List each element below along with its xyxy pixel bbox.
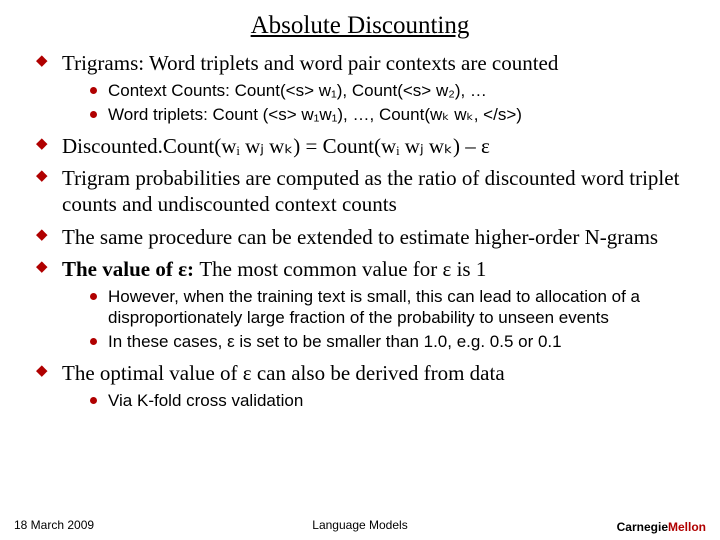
- sub-kfold: Via K-fold cross validation: [90, 390, 684, 411]
- sub-text: Via K-fold cross validation: [108, 391, 303, 410]
- sub-smaller: In these cases, ε is set to be smaller t…: [90, 331, 684, 352]
- bullet-value-epsilon: The value of ε: The most common value fo…: [36, 256, 684, 352]
- sub-text: However, when the training text is small…: [108, 287, 640, 327]
- sub-text: Context Counts: Count(<s> w₁), Count(<s>…: [108, 81, 487, 100]
- sub-list: However, when the training text is small…: [62, 286, 684, 352]
- bullet-prefix: The value of ε:: [62, 257, 194, 281]
- bullet-text: Trigrams: Word triplets and word pair co…: [62, 51, 558, 75]
- footer-center: Language Models: [14, 518, 706, 532]
- bullet-text: The optimal value of ε can also be deriv…: [62, 361, 505, 385]
- sub-context-counts: Context Counts: Count(<s> w₁), Count(<s>…: [90, 80, 684, 101]
- sub-list: Via K-fold cross validation: [62, 390, 684, 411]
- sub-list: Context Counts: Count(<s> w₁), Count(<s>…: [62, 80, 684, 125]
- bullet-text: Discounted.Count(wᵢ wⱼ wₖ) = Count(wᵢ wⱼ…: [62, 134, 490, 158]
- bullet-text: The same procedure can be extended to es…: [62, 225, 658, 249]
- logo-part1: Carnegie: [617, 520, 668, 534]
- sub-however: However, when the training text is small…: [90, 286, 684, 329]
- bullet-trigrams: Trigrams: Word triplets and word pair co…: [36, 50, 684, 125]
- bullet-trigram-prob: Trigram probabilities are computed as th…: [36, 165, 684, 218]
- logo-part2: Mellon: [668, 520, 706, 534]
- sub-text: Word triplets: Count (<s> w₁w₁), …, Coun…: [108, 105, 522, 124]
- sub-text: In these cases, ε is set to be smaller t…: [108, 332, 562, 351]
- bullet-list: Trigrams: Word triplets and word pair co…: [36, 50, 684, 411]
- sub-word-triplets: Word triplets: Count (<s> w₁w₁), …, Coun…: [90, 104, 684, 125]
- bullet-rest: The most common value for ε is 1: [194, 257, 486, 281]
- slide-title: Absolute Discounting: [36, 12, 684, 40]
- bullet-optimal-epsilon: The optimal value of ε can also be deriv…: [36, 360, 684, 412]
- footer-logo: CarnegieMellon: [617, 520, 706, 534]
- footer: 18 March 2009 Language Models: [14, 518, 706, 532]
- bullet-discounted-count: Discounted.Count(wᵢ wⱼ wₖ) = Count(wᵢ wⱼ…: [36, 133, 684, 159]
- bullet-higher-order: The same procedure can be extended to es…: [36, 224, 684, 250]
- bullet-text: Trigram probabilities are computed as th…: [62, 166, 679, 216]
